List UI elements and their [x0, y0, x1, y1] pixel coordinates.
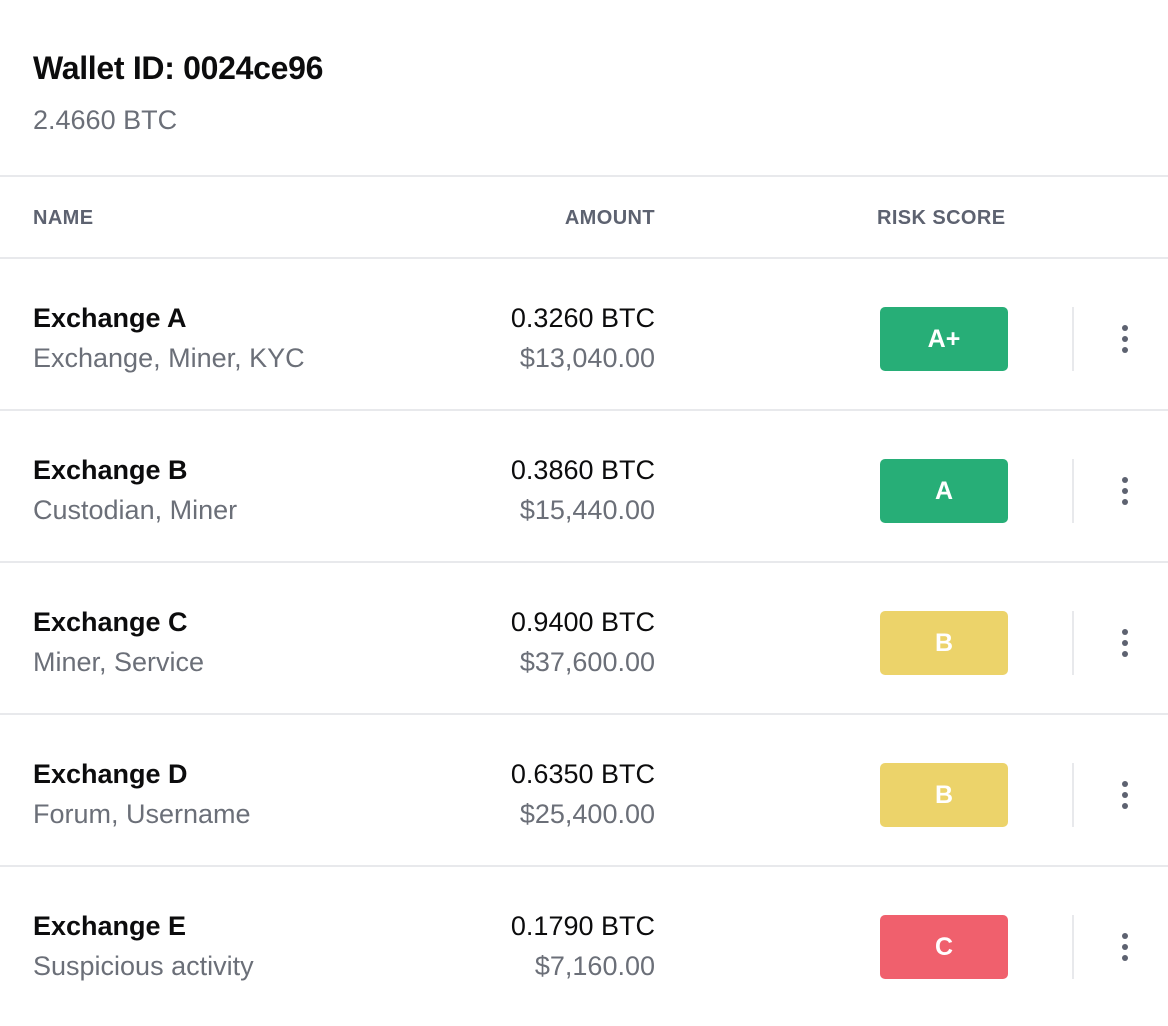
row-amount-usd: $13,040.00 — [519, 343, 655, 373]
row-divider — [1072, 915, 1074, 979]
more-vertical-icon[interactable] — [1110, 471, 1140, 511]
wallet-header: Wallet ID: 0024ce96 2.4660 BTC — [0, 0, 1168, 177]
risk-score-badge: C — [880, 915, 1008, 979]
row-name: Exchange E — [33, 911, 187, 941]
row-name: Exchange D — [33, 759, 188, 789]
wallet-balance: 2.4660 BTC — [33, 105, 178, 135]
table-row[interactable]: Exchange C Miner, Service 0.9400 BTC $37,60… — [0, 563, 1168, 715]
row-amount-usd: $25,400.00 — [519, 799, 655, 829]
more-vertical-icon[interactable] — [1110, 623, 1140, 663]
row-amount-btc: 0.6350 BTC — [510, 759, 655, 789]
table-row[interactable]: Exchange B Custodian, Miner 0.3860 BTC $15,… — [0, 411, 1168, 563]
row-divider — [1072, 611, 1074, 675]
row-divider — [1072, 763, 1074, 827]
risk-score-badge: A+ — [880, 307, 1008, 371]
table-row[interactable]: Exchange E Suspicious activity 0.1790 BTC $… — [0, 867, 1168, 1019]
row-divider — [1072, 307, 1074, 371]
row-tags: Exchange, Miner, KYC — [33, 343, 305, 373]
column-header-name[interactable]: NAME — [33, 207, 94, 230]
row-name: Exchange C — [33, 607, 188, 637]
row-amount-btc: 0.3260 BTC — [510, 303, 655, 333]
risk-score-badge: B — [880, 611, 1008, 675]
risk-score-badge: A — [880, 459, 1008, 523]
risk-score-badge: B — [880, 763, 1008, 827]
column-header-risk-score[interactable]: RISK SCORE — [877, 207, 1005, 230]
more-vertical-icon[interactable] — [1110, 927, 1140, 967]
row-divider — [1072, 459, 1074, 523]
row-name: Exchange B — [33, 455, 188, 485]
row-tags: Forum, Username — [33, 799, 251, 829]
table-row[interactable]: Exchange A Exchange, Miner, KYC 0.3260 BTC… — [0, 259, 1168, 411]
row-tags: Miner, Service — [33, 647, 205, 677]
row-amount-usd: $37,600.00 — [519, 647, 655, 677]
more-vertical-icon[interactable] — [1110, 775, 1140, 815]
row-amount-btc: 0.3860 BTC — [510, 455, 655, 485]
row-amount-btc: 0.9400 BTC — [510, 607, 655, 637]
row-amount-usd: $7,160.00 — [534, 951, 655, 981]
row-amount-btc: 0.1790 BTC — [510, 911, 655, 941]
column-header-amount[interactable]: AMOUNT — [565, 207, 655, 230]
wallet-title: Wallet ID: 0024ce96 — [33, 50, 324, 86]
more-vertical-icon[interactable] — [1110, 319, 1140, 359]
row-name: Exchange A — [33, 303, 187, 333]
table-row[interactable]: Exchange D Forum, Username 0.6350 BTC $25,4… — [0, 715, 1168, 867]
row-amount-usd: $15,440.00 — [519, 495, 655, 525]
row-tags: Suspicious activity — [33, 951, 254, 981]
row-tags: Custodian, Miner — [33, 495, 238, 525]
